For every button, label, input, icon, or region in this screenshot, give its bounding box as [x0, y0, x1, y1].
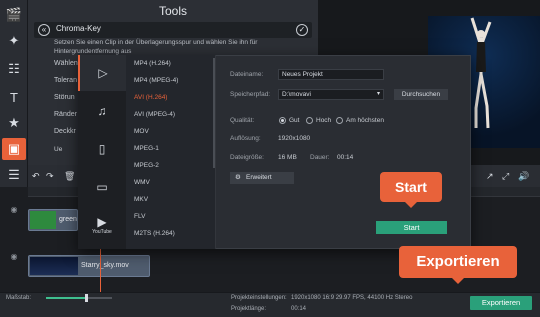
project-settings-value: 1920x1080 16:9 29.97 FPS, 44100 Hz Stere…	[291, 295, 413, 301]
project-length-label: Projektlänge:	[231, 306, 267, 312]
chroma-key-label: Ränder	[54, 111, 77, 118]
scale-slider-handle[interactable]	[84, 294, 88, 302]
scale-slider[interactable]	[46, 294, 112, 302]
timeline-clip[interactable]: green	[28, 209, 78, 231]
gear-icon: ⚙	[235, 174, 241, 181]
filename-field[interactable]: Neues Projekt	[278, 69, 384, 80]
redo-icon[interactable]: ↷	[46, 171, 54, 182]
quality-radio-hoch[interactable]	[306, 117, 313, 124]
format-item[interactable]: MP4 (MPEG-4)	[134, 77, 178, 84]
film-strip-icon[interactable]: ☷	[2, 58, 26, 80]
format-item[interactable]: M2TS (H.264)	[134, 230, 175, 237]
format-item[interactable]: MPEG-1	[134, 145, 159, 152]
clapper-icon[interactable]: 🎬	[2, 4, 26, 26]
duration-value: 00:14	[337, 154, 354, 161]
chroma-key-header: « Chroma-Key ✓	[34, 22, 312, 38]
undo-icon[interactable]: ↶	[32, 171, 40, 182]
star-icon[interactable]: ★	[2, 112, 26, 134]
format-item[interactable]: AVI (MPEG-4)	[134, 111, 175, 118]
quality-label: Qualität:	[230, 117, 255, 124]
chroma-key-button[interactable]: Ue	[54, 146, 62, 153]
format-item-selected[interactable]: AVI (H.264)	[134, 94, 167, 101]
start-button[interactable]: Start	[376, 221, 447, 234]
scale-label: Maßstab:	[6, 295, 32, 301]
chroma-key-label: Deckkr	[54, 128, 76, 135]
format-item[interactable]: WMV	[134, 179, 150, 186]
video-icon[interactable]: ▷	[78, 55, 126, 91]
format-scrollbar[interactable]	[213, 58, 215, 168]
filesize-label: Dateigröße:	[230, 154, 264, 161]
duration-label: Dauer:	[310, 154, 330, 161]
tools-title: Tools	[158, 4, 187, 18]
format-item[interactable]: FLV	[134, 213, 145, 220]
back-icon[interactable]: «	[38, 24, 50, 36]
overlay-track-header: ◉	[10, 205, 18, 214]
chroma-key-label: Wählen	[54, 60, 78, 67]
export-button[interactable]: Exportieren	[470, 296, 532, 310]
chroma-key-title: Chroma-Key	[56, 24, 101, 33]
resolution-value: 1920x1080	[278, 135, 311, 142]
chroma-key-label: Toleran	[54, 77, 77, 84]
quality-radio-hoechsten[interactable]	[336, 117, 343, 124]
clip-thumbnail	[30, 211, 56, 229]
resolution-label: Auflösung:	[230, 135, 261, 142]
device-icon[interactable]: ▯	[78, 131, 126, 167]
project-length-value: 00:14	[291, 306, 307, 312]
chroma-key-description: Setzen Sie einen Clip in der Überlagerun…	[54, 39, 258, 55]
check-icon[interactable]: ✓	[296, 24, 308, 36]
format-item[interactable]: MKV	[134, 196, 148, 203]
quality-option: Gut	[289, 117, 300, 124]
video-track-header: ◉	[10, 252, 18, 261]
magic-wand-icon[interactable]: ✦	[2, 30, 26, 52]
start-callout: Start	[380, 172, 442, 208]
export-callout: Exportieren	[399, 246, 517, 284]
project-settings-label: Projekteinstellungen:	[231, 295, 287, 301]
browse-button[interactable]: Durchsuchen	[394, 89, 448, 100]
clip-thumbnail	[30, 257, 78, 275]
youtube-icon[interactable]: ▶ YouTube	[78, 207, 126, 243]
delete-icon[interactable]: 🗑	[64, 171, 75, 182]
advanced-button[interactable]: ⚙ Erweitert	[230, 172, 294, 184]
transition-icon[interactable]: ▣	[2, 138, 26, 160]
quality-option: Am höchsten	[346, 117, 384, 124]
export-frame-icon[interactable]: ↗	[486, 171, 494, 182]
filename-label: Dateiname:	[230, 71, 264, 78]
youtube-label: YouTube	[92, 229, 112, 235]
tv-icon[interactable]: ▭	[78, 169, 126, 205]
format-item[interactable]: MPEG-2	[134, 162, 159, 169]
filesize-value: 16 MB	[278, 154, 297, 161]
scale-slider-fill	[46, 297, 86, 299]
chevron-down-icon: ▾	[376, 91, 380, 97]
text-icon[interactable]: T	[2, 86, 26, 108]
format-list: MP4 (H.264) MP4 (MPEG-4) AVI (H.264) AVI…	[126, 55, 216, 249]
music-icon[interactable]: ♫	[78, 93, 126, 129]
format-item[interactable]: MOV	[134, 128, 149, 135]
quality-option: Hoch	[316, 117, 332, 124]
quality-radio-gut[interactable]	[279, 117, 286, 124]
clip-label: green	[59, 216, 77, 223]
movavi-app-window: 🎬 ✦ ☷ T ★ ▣ ☰ Tools « Chroma-Key ✓ Setze…	[0, 0, 540, 317]
volume-icon[interactable]: 🔊	[518, 171, 529, 182]
chroma-key-label: Störun	[54, 94, 75, 101]
list-icon[interactable]: ☰	[2, 164, 26, 186]
path-value: D:\movavi	[282, 91, 311, 98]
advanced-button-label: Erweitert	[246, 174, 272, 181]
export-category-column: ▷ ♫ ▯ ▭ ▶ YouTube	[78, 55, 126, 249]
format-item[interactable]: MP4 (H.264)	[134, 60, 171, 67]
clip-label: Starry_sky.mov	[81, 262, 129, 269]
path-field[interactable]: D:\movavi ▾	[278, 89, 384, 100]
path-label: Speicherpfad:	[230, 91, 271, 98]
timeline-clip[interactable]: Starry_sky.mov	[28, 255, 150, 277]
dancer-figure	[470, 17, 492, 129]
fullscreen-icon[interactable]: ⤢	[502, 171, 509, 182]
